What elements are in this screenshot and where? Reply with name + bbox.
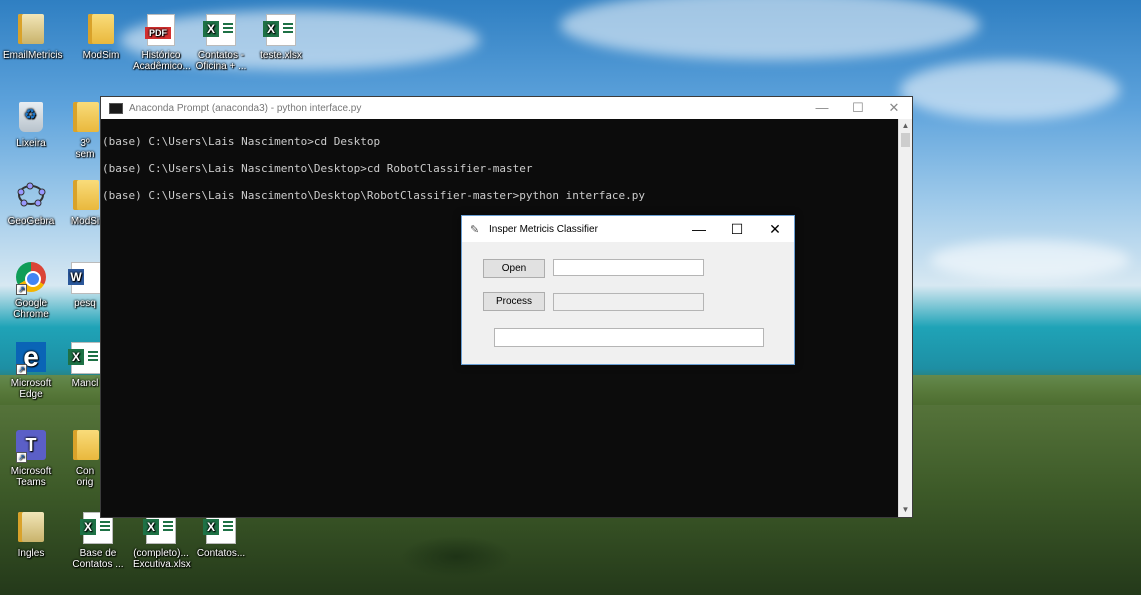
recycle-bin-icon bbox=[19, 102, 43, 132]
desktop-icon-historico[interactable]: PDF Histórico Acadêmico... bbox=[133, 14, 191, 72]
terminal-line: (base) C:\Users\Lais Nascimento\Desktop>… bbox=[102, 162, 533, 175]
desktop-icon-ingles[interactable]: Ingles bbox=[3, 512, 59, 559]
desktop-icon-3sem[interactable]: 3º sem bbox=[70, 102, 100, 160]
folder-icon bbox=[73, 430, 99, 460]
maximize-button[interactable]: ☐ bbox=[840, 97, 876, 119]
desktop-icon-base-contatos[interactable]: X Base de Contatos ... bbox=[70, 512, 126, 570]
open-button[interactable]: Open bbox=[483, 259, 545, 278]
desktop-icon-completo[interactable]: X (completo)... Excutiva.xlsx bbox=[133, 512, 191, 570]
minimize-button[interactable]: — bbox=[680, 216, 718, 242]
desktop-icon-contatos[interactable]: X Contatos... bbox=[193, 512, 249, 559]
desktop-icon-lixeira[interactable]: Lixeira bbox=[3, 102, 59, 149]
desktop-icon-modsim[interactable]: ModSim bbox=[73, 14, 129, 61]
desktop-icon-chrome[interactable]: ↗ Google Chrome bbox=[3, 262, 59, 320]
close-button[interactable]: ✕ bbox=[756, 216, 794, 242]
excel-file-icon: X bbox=[68, 342, 101, 374]
folder-icon bbox=[73, 180, 99, 210]
terminal-icon bbox=[109, 102, 123, 114]
desktop-icon-pesq[interactable]: W pesq bbox=[68, 262, 101, 309]
folder-icon bbox=[18, 14, 44, 44]
scroll-up-icon[interactable]: ▲ bbox=[899, 119, 912, 133]
folder-icon bbox=[73, 102, 99, 132]
close-button[interactable]: ✕ bbox=[876, 97, 912, 119]
classifier-title: Insper Metricis Classifier bbox=[489, 223, 598, 235]
folder-icon bbox=[88, 14, 114, 44]
desktop-icon-teste[interactable]: X teste.xlsx bbox=[253, 14, 309, 61]
minimize-button[interactable]: — bbox=[804, 97, 840, 119]
desktop-icon-emailmetricis[interactable]: EmailMetricis bbox=[3, 14, 62, 61]
terminal-title: Anaconda Prompt (anaconda3) - python int… bbox=[129, 102, 362, 114]
feather-icon: ✎ bbox=[470, 223, 480, 236]
terminal-line: (base) C:\Users\Lais Nascimento>cd Deskt… bbox=[102, 135, 381, 148]
terminal-titlebar[interactable]: Anaconda Prompt (anaconda3) - python int… bbox=[101, 97, 912, 119]
folder-icon bbox=[18, 512, 44, 542]
geogebra-icon bbox=[17, 182, 46, 207]
scroll-down-icon[interactable]: ▼ bbox=[899, 503, 912, 517]
desktop-icon-geogebra[interactable]: GeoGebra bbox=[3, 180, 59, 227]
classifier-window[interactable]: ✎ Insper Metricis Classifier — ☐ ✕ Open … bbox=[461, 215, 795, 365]
desktop-icon-teams[interactable]: T ↗ Microsoft Teams bbox=[3, 430, 59, 488]
file-path-field[interactable] bbox=[553, 259, 704, 276]
desktop-icon-contatos-oficina[interactable]: X Contatos - Oficina + ... bbox=[193, 14, 249, 72]
excel-file-icon: X bbox=[203, 14, 236, 46]
classifier-titlebar[interactable]: ✎ Insper Metricis Classifier — ☐ ✕ bbox=[462, 216, 794, 242]
excel-file-icon: X bbox=[263, 14, 296, 46]
terminal-scrollbar[interactable]: ▲ ▼ bbox=[898, 119, 912, 517]
scrollbar-thumb[interactable] bbox=[901, 133, 910, 147]
desktop-icon-con-orig[interactable]: Con orig bbox=[70, 430, 100, 488]
maximize-button[interactable]: ☐ bbox=[718, 216, 756, 242]
desktop-icon-edge[interactable]: e ↗ Microsoft Edge bbox=[3, 342, 59, 401]
word-file-icon: W bbox=[68, 262, 101, 294]
status-field[interactable] bbox=[494, 328, 764, 347]
pdf-file-icon: PDF bbox=[145, 14, 175, 46]
desktop-icon-modsi[interactable]: ModSi bbox=[70, 180, 100, 227]
terminal-line: (base) C:\Users\Lais Nascimento\Desktop\… bbox=[102, 189, 646, 202]
desktop-icon-mancl[interactable]: X Mancl bbox=[68, 342, 101, 389]
process-output-field bbox=[553, 293, 704, 311]
process-button[interactable]: Process bbox=[483, 292, 545, 311]
